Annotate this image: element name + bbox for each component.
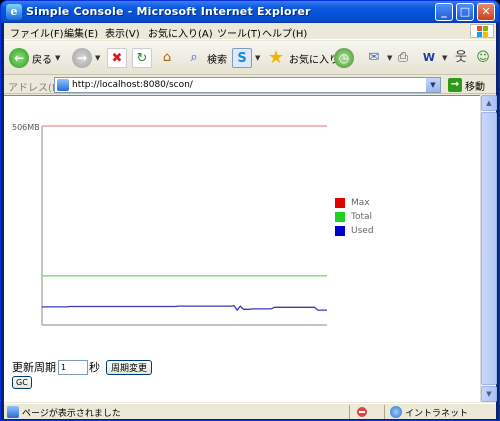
chevron-down-icon[interactable]: ▼ [95,54,100,62]
person-icon: 웃 [455,50,467,65]
menu-help[interactable]: ヘルプ(H) [262,25,307,40]
address-input[interactable]: http://localhost:8080/scon/ ▼ [54,77,441,93]
change-interval-button[interactable]: 周期変更 [106,359,153,375]
search-icon: ⌕ [190,50,198,65]
refresh-button[interactable]: ↻ [132,47,152,69]
series-line-used [42,305,327,312]
chevron-down-icon[interactable]: ▼ [255,54,260,62]
legend-label-used: Used [351,226,374,236]
status-bar: ページが表示されました イントラネット [4,403,496,419]
history-icon: ◷ [334,48,354,68]
interval-unit: 秒 [89,361,100,374]
search-button[interactable]: ⌕ 検索 [184,47,227,69]
memory-chart: 506MB [12,123,327,326]
menu-edit[interactable]: 編集(E) [64,25,98,40]
address-url[interactable]: http://localhost:8080/scon/ [72,80,193,90]
legend-item-total: Total [335,212,372,222]
skype-button[interactable]: S ▼ [232,47,260,69]
back-label: 戻る [32,54,52,66]
gc-button[interactable]: GC [12,376,32,389]
page-viewport: 506MB Max Total Used 更新周期 秒 周期変 [4,95,480,402]
search-label: 検索 [207,54,227,66]
go-arrow-icon: → [448,78,462,92]
standard-toolbar: ← 戻る ▼ → ▼ ✖ ↻ ⌂ ⌕ 検索 S ▼ ★ お気に入り ◷ ✉ ▼ … [4,41,496,75]
history-button[interactable]: ◷ [334,47,354,69]
back-button[interactable]: ← 戻る ▼ [9,47,60,69]
minimize-button[interactable]: _ [435,3,453,21]
back-arrow-icon: ← [9,48,29,68]
interval-input[interactable] [58,359,88,375]
legend-swatch-max [335,198,345,208]
menu-view[interactable]: 表示(V) [105,25,140,40]
scroll-down-button[interactable]: ▼ [481,386,497,402]
print-button[interactable]: ⎙ [393,47,413,69]
y-axis-top-label: 506MB [12,123,40,132]
zone-label: イントラネット [405,409,469,419]
forward-button[interactable]: → ▼ [72,47,100,69]
messenger-icon: ☺ [476,50,490,65]
go-button[interactable]: → 移動 [448,77,485,93]
legend-label-max: Max [351,198,370,208]
messenger-button[interactable]: 웃 [451,47,471,69]
intranet-zone-icon [390,406,402,418]
refresh-icon: ↻ [132,48,152,68]
window-title: Simple Console - Microsoft Internet Expl… [26,5,311,18]
print-icon: ⎙ [397,50,409,65]
menu-bar: ファイル(F) 編集(E) 表示(V) お気に入り(A) ツール(T) ヘルプ(… [4,23,496,40]
favorites-button[interactable]: ★ お気に入り [266,47,339,69]
title-bar[interactable]: e Simple Console - Microsoft Internet Ex… [1,1,499,23]
scroll-thumb[interactable] [481,112,497,385]
chevron-down-icon[interactable]: ▼ [387,54,392,62]
home-icon: ⌂ [162,50,172,65]
menu-favorites[interactable]: お気に入り(A) [148,25,213,40]
status-text: ページが表示されました [22,409,121,419]
browser-client: ファイル(F) 編集(E) 表示(V) お気に入り(A) ツール(T) ヘルプ(… [4,23,497,419]
legend-label-total: Total [351,212,373,222]
chevron-down-icon[interactable]: ▼ [55,54,60,62]
favorites-label: お気に入り [289,54,339,66]
maximize-button[interactable]: □ [456,3,474,21]
mail-button[interactable]: ✉ ▼ [364,47,393,69]
page-icon [7,406,19,418]
chevron-down-icon[interactable]: ▼ [426,78,440,92]
chevron-down-icon[interactable]: ▼ [442,54,447,62]
edit-button[interactable]: W ▼ [419,47,447,69]
legend-swatch-total [335,212,345,222]
word-icon: W [422,51,436,64]
close-button[interactable]: ✕ [477,3,495,21]
mail-icon: ✉ [368,50,380,65]
skype-icon: S [232,48,252,68]
page-icon [57,79,69,91]
series-layer [42,125,327,312]
address-bar: アドレス(D) http://localhost:8080/scon/ ▼ → … [4,76,496,94]
windows-logo-icon [470,24,494,38]
legend-item-used: Used [335,226,374,236]
ie-icon: e [6,4,22,20]
browser-window: e Simple Console - Microsoft Internet Ex… [0,0,500,421]
status-separator [384,405,385,419]
legend-item-max: Max [335,198,370,208]
research-button[interactable]: ☺ [473,47,493,69]
legend-swatch-used [335,226,345,236]
home-button[interactable]: ⌂ [157,47,177,69]
go-label: 移動 [465,81,485,93]
forward-arrow-icon: → [72,48,92,68]
menu-tools[interactable]: ツール(T) [217,25,261,40]
stop-icon: ✖ [107,48,127,68]
menu-file[interactable]: ファイル(F) [10,25,64,40]
security-icon [357,407,367,417]
scroll-up-button[interactable]: ▲ [481,95,497,111]
vertical-scrollbar[interactable]: ▲ ▼ [480,95,497,402]
star-icon: ★ [267,47,285,68]
stop-button[interactable]: ✖ [107,47,127,69]
status-separator [349,405,350,419]
interval-controls: 更新周期 秒 周期変更 [12,359,153,375]
interval-label: 更新周期 [12,361,56,374]
